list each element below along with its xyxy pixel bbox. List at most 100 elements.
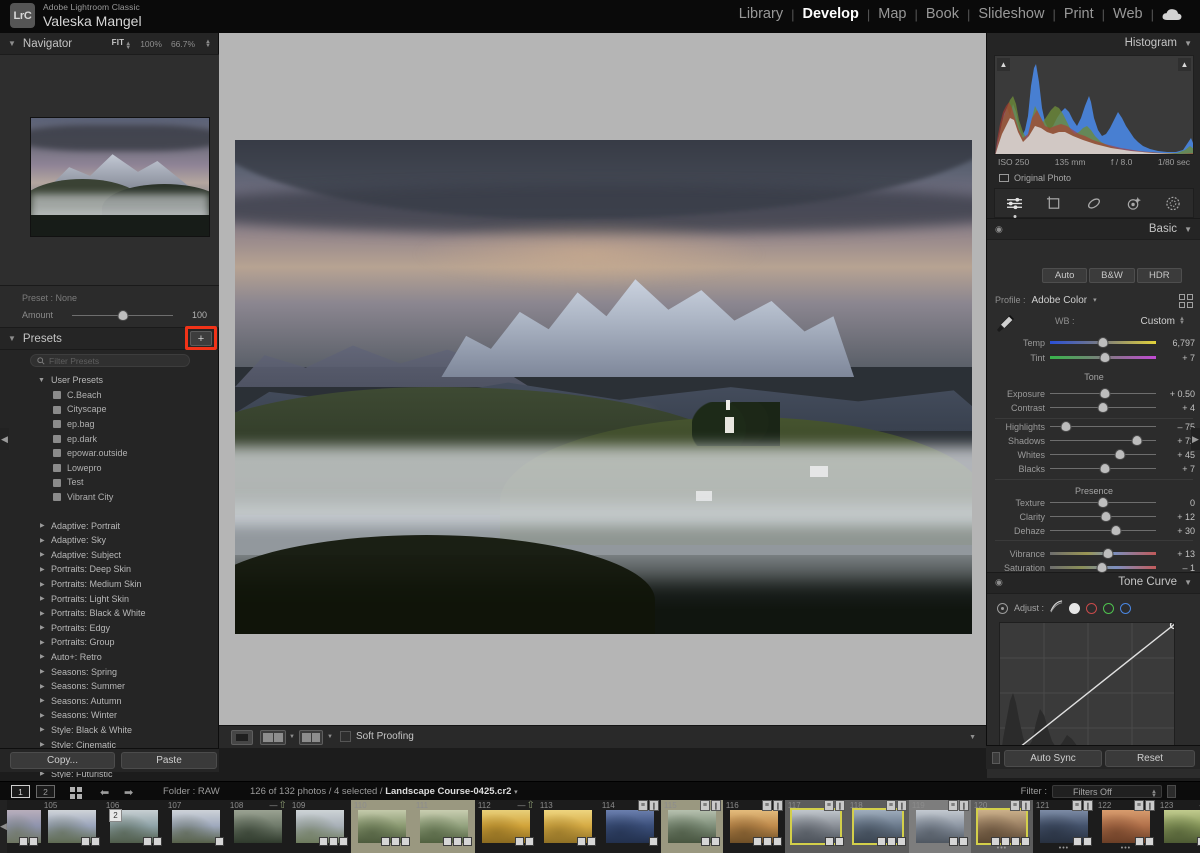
filmstrip-thumbnail[interactable]: 107 <box>165 800 227 853</box>
thumbnail-badge-icon[interactable] <box>887 837 896 846</box>
filmstrip-thumbnail[interactable]: 111 <box>413 800 475 853</box>
filmstrip-thumbnail[interactable]: 109 <box>289 800 351 853</box>
thumbnail-menu-icon[interactable]: ≡ <box>638 800 648 811</box>
blacks-value[interactable]: + 7 <box>1161 464 1195 474</box>
thumbnail-badge-icon[interactable] <box>215 837 224 846</box>
image-canvas[interactable] <box>219 33 986 725</box>
chevron-down-icon[interactable]: ▼ <box>1184 578 1192 587</box>
thumbnail-badge-icon[interactable] <box>1135 837 1144 846</box>
thumbnail-badge-icon[interactable] <box>443 837 452 846</box>
thumbnail-flag-icon[interactable]: ❙ <box>959 800 969 811</box>
thumbnail-badge-icon[interactable] <box>577 837 586 846</box>
chevron-right-icon[interactable]: ▶ <box>40 551 45 558</box>
module-library[interactable]: Library <box>731 6 791 22</box>
thumbnail-badge-icon[interactable] <box>773 837 782 846</box>
module-book[interactable]: Book <box>918 6 967 22</box>
paste-button[interactable]: Paste <box>121 752 217 769</box>
forward-arrow-icon[interactable]: ➡ <box>124 786 133 799</box>
thumbnail-badge-icon[interactable] <box>391 837 400 846</box>
contrast-value[interactable]: + 4 <box>1161 403 1195 413</box>
filmstrip-thumbnail[interactable]: 123—⇧ <box>1157 800 1200 853</box>
copy-button[interactable]: Copy... <box>10 752 115 769</box>
thumbnail-badge-icon[interactable] <box>91 837 100 846</box>
filmstrip-thumbnail[interactable]: 119≡❙ <box>909 800 971 853</box>
chevron-down-icon[interactable]: ▼ <box>1184 225 1192 234</box>
tint-value[interactable]: + 7 <box>1161 353 1195 363</box>
thumbnail-badge-icon[interactable] <box>763 837 772 846</box>
temp-slider[interactable] <box>1050 338 1156 347</box>
navigator-preview-area[interactable] <box>0 54 219 286</box>
thumbnail-rating[interactable]: ••• <box>997 845 1007 852</box>
thumbnail-badge-icon[interactable] <box>753 837 762 846</box>
contrast-slider[interactable] <box>1050 403 1156 412</box>
profile-row[interactable]: Profile : Adobe Color ▾ <box>995 292 1193 308</box>
module-slideshow[interactable]: Slideshow <box>970 6 1052 22</box>
left-panel-collapse-handle[interactable]: ◀ <box>0 428 9 450</box>
temp-value[interactable]: 6,797 <box>1161 338 1195 348</box>
preset-item-c-beach[interactable]: C.Beach <box>0 388 219 403</box>
filmstrip-thumbnail[interactable]: 116≡❙ <box>723 800 785 853</box>
chevron-right-icon[interactable]: ▶ <box>40 683 45 690</box>
filmstrip-thumbnail[interactable]: 121≡❙••• <box>1033 800 1095 853</box>
loupe-view-icon[interactable] <box>231 730 253 745</box>
targeted-adjustment-icon[interactable] <box>997 603 1008 614</box>
thumbnail-badge-icon[interactable] <box>949 837 958 846</box>
folder-label[interactable]: Folder : RAW <box>163 786 220 797</box>
blue-channel-icon[interactable] <box>1120 603 1131 614</box>
highlights-slider-row[interactable]: Highlights– 75 <box>995 420 1195 433</box>
thumbnail-badge-icon[interactable] <box>835 837 844 846</box>
preset-item-ep-dark[interactable]: ep.dark <box>0 431 219 446</box>
preset-item-test[interactable]: Test <box>0 475 219 490</box>
saturation-value[interactable]: – 1 <box>1161 563 1195 573</box>
thumbnail-badge-icon[interactable] <box>1021 837 1030 846</box>
cloud-icon[interactable] <box>1154 8 1192 21</box>
highlights-slider[interactable] <box>1050 422 1156 431</box>
texture-value[interactable]: 0 <box>1161 498 1195 508</box>
tint-slider[interactable] <box>1050 353 1156 362</box>
preset-group-style-black-white[interactable]: ▶Style: Black & White <box>0 723 219 738</box>
thumbnail-badge-icon[interactable] <box>339 837 348 846</box>
thumbnail-image[interactable] <box>172 810 220 843</box>
thumbnail-image[interactable] <box>1164 810 1200 843</box>
thumbnail-rating[interactable]: ••• <box>1059 845 1069 852</box>
amount-slider[interactable] <box>72 311 173 320</box>
preset-group-seasons-autumn[interactable]: ▶Seasons: Autumn <box>0 693 219 708</box>
filmstrip-thumbnail[interactable] <box>7 800 41 853</box>
filmstrip-thumbnail[interactable]: 120≡❙••• <box>971 800 1033 853</box>
amount-slider-row[interactable]: Amount 100 <box>22 310 207 320</box>
thumbnail-badge-icon[interactable] <box>897 837 906 846</box>
soft-proofing-checkbox[interactable] <box>340 731 351 742</box>
thumbnail-menu-icon[interactable]: ≡ <box>762 800 772 811</box>
preset-group-portraits-group[interactable]: ▶Portraits: Group <box>0 635 219 650</box>
chevron-right-icon[interactable]: ▶ <box>40 566 45 573</box>
chevron-right-icon[interactable]: ▶ <box>40 741 45 748</box>
chevron-right-icon[interactable]: ▶ <box>40 726 45 733</box>
thumbnail-flag-icon[interactable]: ❙ <box>773 800 783 811</box>
survey-caret-icon[interactable]: ▼ <box>327 734 333 740</box>
vibrance-value[interactable]: + 13 <box>1161 549 1195 559</box>
dehaze-slider[interactable] <box>1050 526 1156 535</box>
clarity-slider-row[interactable]: Clarity+ 12 <box>995 510 1195 523</box>
shadow-clipping-icon[interactable]: ▲ <box>997 58 1010 71</box>
thumbnail-badge-icon[interactable] <box>463 837 472 846</box>
filmstrip-thumbnail[interactable]: 1062 <box>103 800 165 853</box>
chevron-right-icon[interactable]: ▶ <box>40 668 45 675</box>
chevron-right-icon[interactable]: ▶ <box>40 639 45 646</box>
exposure-value[interactable]: + 0.50 <box>1161 389 1195 399</box>
thumbnail-badge-icon[interactable] <box>329 837 338 846</box>
preset-group-user-presets[interactable]: ▼User Presets <box>0 373 219 388</box>
thumbnail-flag-icon[interactable]: ❙ <box>1145 800 1155 811</box>
preset-group-portraits-edgy[interactable]: ▶Portraits: Edgy <box>0 621 219 636</box>
texture-slider[interactable] <box>1050 498 1156 507</box>
histogram-header[interactable]: Histogram ▼ <box>987 33 1200 54</box>
compare-caret-icon[interactable]: ▼ <box>289 734 295 740</box>
thumbnail-menu-icon[interactable]: ≡ <box>1072 800 1082 811</box>
temp-slider-row[interactable]: Temp6,797 <box>995 336 1195 349</box>
thumbnail-menu-icon[interactable]: ≡ <box>824 800 834 811</box>
chevron-down-icon[interactable]: ▼ <box>1184 39 1192 48</box>
filmstrip-thumbnail[interactable]: 110 <box>351 800 413 853</box>
blacks-slider[interactable] <box>1050 464 1156 473</box>
healing-brush-icon[interactable] <box>1081 192 1107 214</box>
shadows-slider[interactable] <box>1050 436 1156 445</box>
preset-item-vibrant-city[interactable]: Vibrant City <box>0 490 219 505</box>
